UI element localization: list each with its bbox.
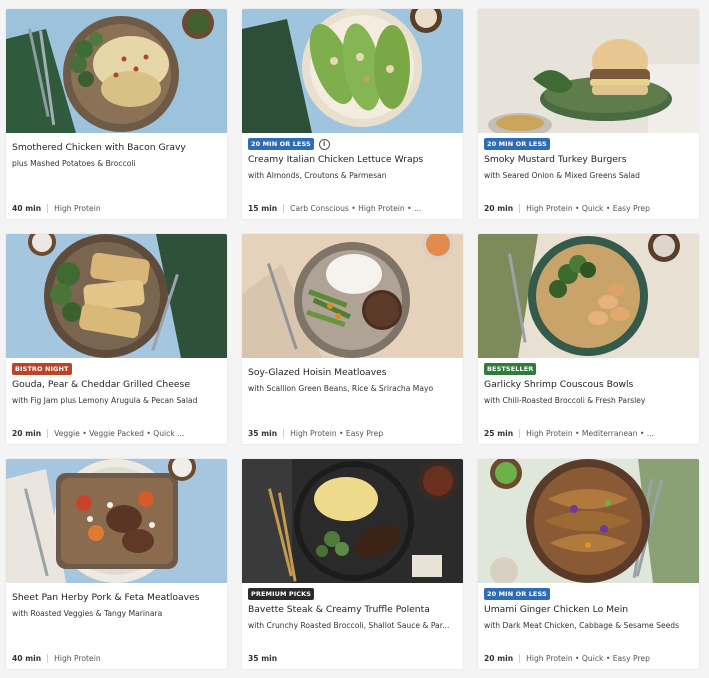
- recipe-tags: High Protein • Quick • Easy Prep: [526, 204, 650, 213]
- recipe-grid: Smothered Chicken with Bacon Gravy plus …: [0, 0, 709, 678]
- recipe-image[interactable]: [6, 459, 227, 583]
- cook-time: 35 min: [248, 429, 278, 438]
- recipe-title[interactable]: Umami Ginger Chicken Lo Mein: [484, 604, 628, 615]
- recipe-meta: 15 min Carb Conscious • High Protein • .…: [248, 204, 421, 213]
- meta-divider: [519, 429, 521, 438]
- recipe-title[interactable]: Garlicky Shrimp Couscous Bowls: [484, 379, 633, 390]
- promo-badge: BISTRO NIGHT: [12, 363, 72, 375]
- recipe-meta: 20 min Veggie • Veggie Packed • Quick ..…: [12, 429, 184, 438]
- recipe-card[interactable]: BISTRO NIGHT Gouda, Pear & Cheddar Grill…: [6, 234, 227, 444]
- recipe-card[interactable]: PREMIUM PICKS Bavette Steak & Creamy Tru…: [242, 459, 463, 669]
- recipe-title[interactable]: Bavette Steak & Creamy Truffle Polenta: [248, 604, 430, 615]
- recipe-tags: High Protein: [54, 204, 101, 213]
- badge-row: PREMIUM PICKS: [248, 588, 315, 600]
- promo-badge: BESTSELLER: [484, 363, 537, 375]
- promo-badge: 20 MIN OR LESS: [248, 138, 314, 150]
- info-icon[interactable]: i: [318, 138, 330, 150]
- recipe-image[interactable]: [478, 9, 699, 133]
- recipe-subtitle: with Fig Jam plus Lemony Arugula & Pecan…: [12, 396, 198, 405]
- recipe-meta: 35 min High Protein • Easy Prep: [248, 429, 383, 438]
- recipe-image[interactable]: [6, 234, 227, 358]
- recipe-tags: High Protein • Mediterranean • ...: [526, 429, 654, 438]
- recipe-subtitle: with Scallion Green Beans, Rice & Srirac…: [248, 384, 434, 393]
- recipe-subtitle: with Crunchy Roasted Broccoli, Shallot S…: [248, 621, 450, 630]
- cook-time: 40 min: [12, 204, 42, 213]
- recipe-card[interactable]: Sheet Pan Herby Pork & Feta Meatloaves w…: [6, 459, 227, 669]
- recipe-meta: 20 min High Protein • Quick • Easy Prep: [484, 654, 650, 663]
- recipe-image[interactable]: [242, 234, 463, 358]
- cook-time: 40 min: [12, 654, 42, 663]
- badge-row: 20 MIN OR LESS: [484, 138, 550, 150]
- cook-time: 35 min: [248, 654, 278, 663]
- cook-time: 25 min: [484, 429, 514, 438]
- cook-time: 20 min: [484, 654, 514, 663]
- recipe-subtitle: with Chili-Roasted Broccoli & Fresh Pars…: [484, 396, 646, 405]
- recipe-tags: High Protein • Quick • Easy Prep: [526, 654, 650, 663]
- badge-row: 20 MIN OR LESS: [484, 588, 550, 600]
- promo-badge: 20 MIN OR LESS: [484, 588, 550, 600]
- recipe-card[interactable]: Smothered Chicken with Bacon Gravy plus …: [6, 9, 227, 219]
- recipe-image[interactable]: [478, 459, 699, 583]
- recipe-title[interactable]: Sheet Pan Herby Pork & Feta Meatloaves: [12, 592, 200, 603]
- recipe-title[interactable]: Gouda, Pear & Cheddar Grilled Cheese: [12, 379, 190, 390]
- recipe-meta: 40 min High Protein: [12, 654, 101, 663]
- recipe-subtitle: plus Mashed Potatoes & Broccoli: [12, 159, 136, 168]
- recipe-card[interactable]: BESTSELLER Garlicky Shrimp Couscous Bowl…: [478, 234, 699, 444]
- recipe-image[interactable]: [478, 234, 699, 358]
- recipe-meta: 20 min High Protein • Quick • Easy Prep: [484, 204, 650, 213]
- recipe-image[interactable]: [6, 9, 227, 133]
- meta-divider: [47, 429, 49, 438]
- promo-badge: 20 MIN OR LESS: [484, 138, 550, 150]
- recipe-subtitle: with Almonds, Croutons & Parmesan: [248, 171, 387, 180]
- recipe-subtitle: with Dark Meat Chicken, Cabbage & Sesame…: [484, 621, 680, 630]
- recipe-tags: Carb Conscious • High Protein • ...: [290, 204, 422, 213]
- recipe-subtitle: with Roasted Veggies & Tangy Marinara: [12, 609, 163, 618]
- meta-divider: [519, 204, 521, 213]
- recipe-tags: High Protein • Easy Prep: [290, 429, 384, 438]
- meta-divider: [47, 204, 49, 213]
- badge-row: BISTRO NIGHT: [12, 363, 72, 375]
- recipe-subtitle: with Seared Onion & Mixed Greens Salad: [484, 171, 640, 180]
- recipe-title[interactable]: Smothered Chicken with Bacon Gravy: [12, 142, 186, 153]
- meta-divider: [47, 654, 49, 663]
- cook-time: 15 min: [248, 204, 278, 213]
- recipe-card[interactable]: 20 MIN OR LESS Umami Ginger Chicken Lo M…: [478, 459, 699, 669]
- recipe-image[interactable]: [242, 9, 463, 133]
- meta-divider: [283, 204, 285, 213]
- badge-row: BESTSELLER: [484, 363, 537, 375]
- cook-time: 20 min: [484, 204, 514, 213]
- recipe-meta: 40 min High Protein: [12, 204, 101, 213]
- recipe-title[interactable]: Creamy Italian Chicken Lettuce Wraps: [248, 154, 423, 165]
- recipe-title[interactable]: Soy-Glazed Hoisin Meatloaves: [248, 367, 387, 378]
- promo-badge: PREMIUM PICKS: [248, 588, 315, 600]
- recipe-card[interactable]: Soy-Glazed Hoisin Meatloaves with Scalli…: [242, 234, 463, 444]
- recipe-meta: 25 min High Protein • Mediterranean • ..…: [484, 429, 654, 438]
- meta-divider: [283, 429, 285, 438]
- recipe-card[interactable]: 20 MIN OR LESS i Creamy Italian Chicken …: [242, 9, 463, 219]
- recipe-meta: 35 min: [248, 654, 277, 663]
- recipe-card[interactable]: 20 MIN OR LESS Smoky Mustard Turkey Burg…: [478, 9, 699, 219]
- meta-divider: [519, 654, 521, 663]
- recipe-tags: Veggie • Veggie Packed • Quick ...: [54, 429, 185, 438]
- recipe-title[interactable]: Smoky Mustard Turkey Burgers: [484, 154, 627, 165]
- recipe-image[interactable]: [242, 459, 463, 583]
- cook-time: 20 min: [12, 429, 42, 438]
- recipe-tags: High Protein: [54, 654, 101, 663]
- badge-row: 20 MIN OR LESS i: [248, 138, 330, 150]
